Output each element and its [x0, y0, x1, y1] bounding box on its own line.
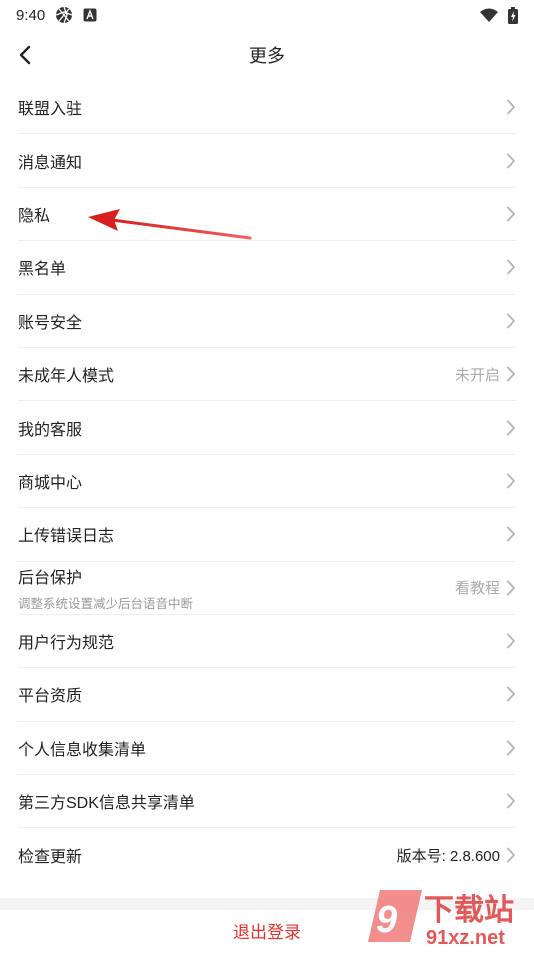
menu-item-label: 隐私: [18, 207, 51, 225]
chevron-right-icon: [506, 740, 516, 756]
app-a-icon: [83, 8, 97, 22]
menu-item-value: 看教程: [454, 580, 500, 598]
menu-item[interactable]: 消息通知: [18, 134, 516, 188]
menu-item[interactable]: 隐私: [18, 188, 516, 242]
menu-item-right: 未开启: [455, 364, 516, 385]
chevron-right-icon: [506, 420, 516, 436]
menu-item-label: 上传错误日志: [18, 528, 115, 546]
menu-item-text: 个人信息收集清单: [18, 736, 146, 760]
menu-item[interactable]: 我的客服: [18, 401, 516, 455]
menu-item-label: 后台保护: [18, 569, 83, 587]
menu-item[interactable]: 个人信息收集清单: [18, 722, 516, 776]
menu-item-text: 第三方SDK信息共享清单: [18, 789, 195, 813]
menu-item-text: 联盟入驻: [18, 95, 82, 119]
chevron-right-icon: [506, 793, 516, 809]
menu-item-right: [506, 526, 516, 542]
status-time: 9:40: [16, 6, 46, 24]
menu-item-right: [506, 420, 516, 436]
menu-item-text: 账号安全: [18, 309, 82, 333]
menu-item-label: 用户行为规范: [18, 635, 115, 653]
menu-item-subtitle: 调整系统设置减少后台语音中断: [18, 596, 194, 611]
menu-item-right: [506, 153, 516, 169]
menu-item-right: [506, 686, 516, 702]
menu-item-label: 消息通知: [18, 154, 83, 172]
menu-item-text: 后台保护调整系统设置减少后台语音中断: [18, 564, 193, 612]
menu-item-label: 第三方SDK信息共享清单: [18, 795, 195, 813]
aperture-icon: [55, 6, 73, 24]
menu-item-label: 个人信息收集清单: [18, 741, 147, 759]
menu-item[interactable]: 账号安全: [18, 295, 516, 348]
back-button[interactable]: [8, 38, 42, 72]
chevron-right-icon: [506, 473, 516, 489]
menu-item[interactable]: 联盟入驻: [18, 81, 516, 135]
chevron-right-icon: [506, 633, 516, 649]
menu-item-text: 上传错误日志: [18, 522, 114, 546]
menu-item-text: 检查更新: [18, 843, 82, 867]
chevron-right-icon: [506, 366, 516, 382]
menu-item[interactable]: 黑名单: [18, 241, 516, 295]
menu-item-right: [506, 99, 516, 115]
logout-button[interactable]: 退出登录: [0, 910, 534, 950]
menu-item-label: 我的客服: [18, 421, 83, 439]
menu-item-text: 平台资质: [18, 682, 82, 706]
menu-item-text: 黑名单: [18, 255, 66, 279]
chevron-right-icon: [506, 99, 516, 115]
menu-item[interactable]: 商城中心: [18, 455, 516, 509]
menu-item-label: 商城中心: [18, 474, 83, 492]
menu-item-right: [506, 313, 516, 329]
menu-item[interactable]: 未成年人模式 未开启: [18, 348, 516, 402]
menu-item-right: [506, 793, 516, 809]
menu-item[interactable]: 检查更新 版本号: 2.8.600: [18, 828, 516, 881]
chevron-right-icon: [506, 206, 516, 222]
menu-item-value: 版本号: 2.8.600: [396, 847, 500, 865]
chevron-left-icon: [19, 45, 31, 65]
chevron-right-icon: [506, 313, 516, 329]
menu-item-right: [506, 633, 516, 649]
menu-item-right: 看教程: [455, 577, 516, 598]
menu-item-label: 未成年人模式: [18, 368, 115, 386]
menu-item[interactable]: 后台保护调整系统设置减少后台语音中断 看教程: [18, 562, 516, 615]
menu-item-label: 检查更新: [18, 849, 83, 867]
chevron-right-icon: [506, 847, 516, 863]
chevron-right-icon: [506, 259, 516, 275]
menu-item[interactable]: 用户行为规范: [18, 615, 516, 669]
chevron-right-icon: [506, 526, 516, 542]
header: 更多: [0, 30, 534, 80]
menu-item[interactable]: 第三方SDK信息共享清单: [18, 775, 516, 829]
menu-item-right: [506, 740, 516, 756]
section-gap: [0, 898, 534, 910]
menu-item-right: [506, 206, 516, 222]
chevron-right-icon: [506, 153, 516, 169]
menu-item-value: 未开启: [454, 366, 500, 384]
status-left: 9:40: [16, 6, 97, 24]
menu-item-right: 版本号: 2.8.600: [397, 845, 516, 866]
battery-charging-icon: [508, 6, 518, 24]
chevron-right-icon: [506, 686, 516, 702]
wifi-icon: [480, 8, 498, 22]
status-bar: 9:40: [0, 0, 534, 30]
menu-item-text: 消息通知: [18, 149, 82, 173]
menu-item-right: [506, 473, 516, 489]
menu-item-text: 隐私: [18, 202, 50, 226]
menu-item-label: 黑名单: [18, 261, 67, 279]
status-right: [480, 6, 518, 24]
menu-item-text: 商城中心: [18, 469, 82, 493]
menu-item-right: [506, 259, 516, 275]
chevron-right-icon: [506, 580, 516, 596]
menu-item[interactable]: 上传错误日志: [18, 508, 516, 562]
menu-item-label: 平台资质: [18, 688, 83, 706]
menu-item-text: 未成年人模式: [18, 362, 114, 386]
menu-item-label: 账号安全: [18, 314, 83, 332]
menu-item-label: 联盟入驻: [18, 101, 83, 119]
page-title: 更多: [249, 46, 285, 66]
menu-item-text: 我的客服: [18, 416, 82, 440]
menu-list: 联盟入驻消息通知隐私黑名单账号安全未成年人模式 未开启我的客服商城中心上传错误日志…: [0, 81, 534, 882]
menu-item-text: 用户行为规范: [18, 629, 114, 653]
menu-item[interactable]: 平台资质: [18, 668, 516, 722]
